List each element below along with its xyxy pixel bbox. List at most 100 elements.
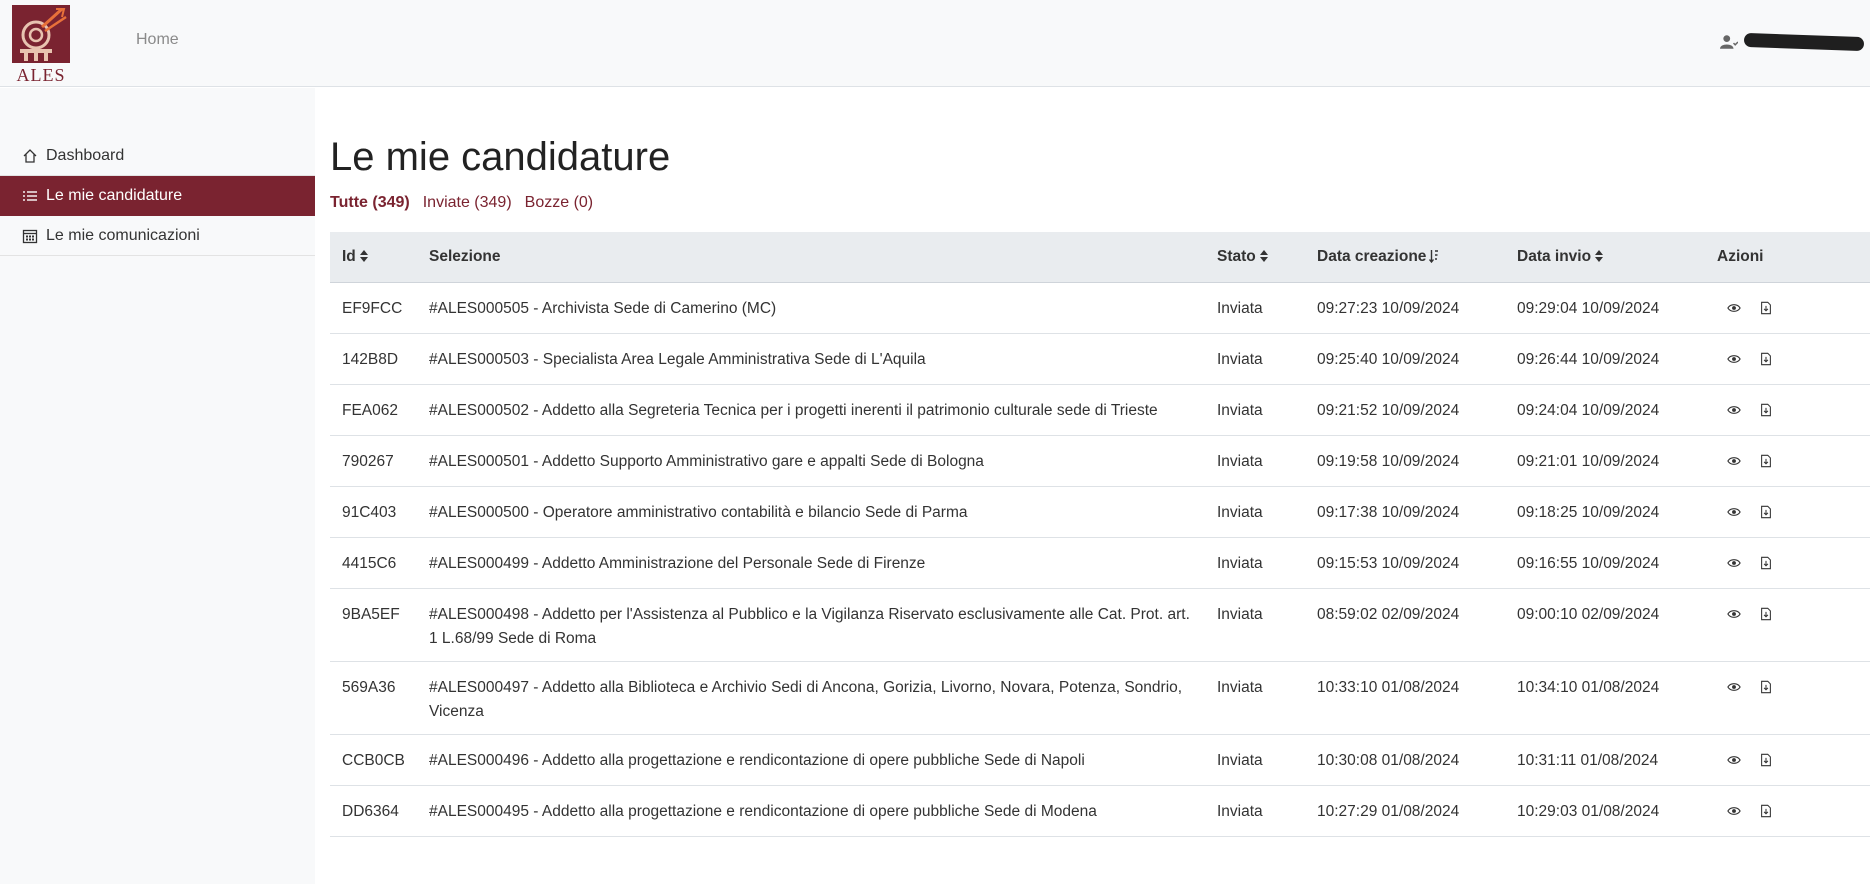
sidebar-item-label: Le mie candidature <box>46 186 183 204</box>
sort-desc-icon <box>1429 249 1439 263</box>
filter-tutte[interactable]: Tutte (349) <box>330 194 410 212</box>
sort-icon <box>1595 249 1604 262</box>
table-row: EF9FCC #ALES000505 - Archivista Sede di C… <box>330 282 1870 334</box>
user-menu[interactable] <box>1720 30 1865 54</box>
sidebar-item-dashboard[interactable]: Dashboard <box>0 136 315 176</box>
cell-azioni <box>1705 282 1870 334</box>
table-header-row: Id Selezione Stato Data creazione Data i… <box>330 232 1870 283</box>
cell-stato: Inviata <box>1205 661 1305 735</box>
cell-data-creazione: 10:33:10 01/08/2024 <box>1305 661 1505 735</box>
view-eye-icon[interactable] <box>1727 753 1741 767</box>
status-filters: Tutte (349) Inviate (349) Bozze (0) <box>330 194 593 212</box>
sidebar-item-comunicazioni[interactable]: Le mie comunicazioni <box>0 216 315 256</box>
view-eye-icon[interactable] <box>1727 454 1741 468</box>
view-eye-icon[interactable] <box>1727 804 1741 818</box>
cell-selezione: #ALES000500 - Operatore amministrativo c… <box>417 486 1205 538</box>
download-file-icon[interactable] <box>1759 301 1773 315</box>
cell-azioni <box>1705 486 1870 538</box>
page-title: Le mie candidature <box>330 135 671 179</box>
col-header-azioni: Azioni <box>1705 232 1870 283</box>
col-header-id[interactable]: Id <box>330 232 417 283</box>
table-row: 142B8D #ALES000503 - Specialista Area Leg… <box>330 333 1870 385</box>
sidebar-item-candidature[interactable]: Le mie candidature <box>0 176 315 216</box>
cell-selezione: #ALES000501 - Addetto Supporto Amministr… <box>417 435 1205 487</box>
cell-id: 142B8D <box>330 333 417 385</box>
cell-azioni <box>1705 734 1870 786</box>
view-eye-icon[interactable] <box>1727 301 1741 315</box>
list-icon <box>23 190 37 201</box>
table-row: FEA062 #ALES000502 - Addetto alla Segrete… <box>330 384 1870 436</box>
cell-data-creazione: 10:27:29 01/08/2024 <box>1305 785 1505 837</box>
download-file-icon[interactable] <box>1759 753 1773 767</box>
user-icon <box>1720 35 1738 49</box>
cell-data-invio: 10:29:03 01/08/2024 <box>1505 785 1705 837</box>
cell-stato: Inviata <box>1205 333 1305 385</box>
view-eye-icon[interactable] <box>1727 607 1741 621</box>
cell-data-creazione: 09:19:58 10/09/2024 <box>1305 435 1505 487</box>
cell-data-invio: 09:16:55 10/09/2024 <box>1505 537 1705 589</box>
cell-id: EF9FCC <box>330 282 417 334</box>
table-row: DD6364 #ALES000495 - Addetto alla progett… <box>330 785 1870 837</box>
download-file-icon[interactable] <box>1759 680 1773 694</box>
cell-data-invio: 09:29:04 10/09/2024 <box>1505 282 1705 334</box>
download-file-icon[interactable] <box>1759 352 1773 366</box>
user-name-redacted <box>1743 32 1865 52</box>
view-eye-icon[interactable] <box>1727 556 1741 570</box>
nav-home-link[interactable]: Home <box>136 31 179 49</box>
col-header-selezione: Selezione <box>417 232 1205 283</box>
top-navbar: ALES Home <box>0 0 1870 87</box>
cell-id: 9BA5EF <box>330 588 417 662</box>
filter-bozze[interactable]: Bozze (0) <box>525 194 593 212</box>
table-row: CCB0CB #ALES000496 - Addetto alla progett… <box>330 734 1870 786</box>
cell-id: 569A36 <box>330 661 417 735</box>
download-file-icon[interactable] <box>1759 804 1773 818</box>
logo-emblem-icon <box>12 5 70 63</box>
cell-data-invio: 09:24:04 10/09/2024 <box>1505 384 1705 436</box>
col-header-stato[interactable]: Stato <box>1205 232 1305 283</box>
sidebar-item-label: Le mie comunicazioni <box>46 226 200 244</box>
cell-data-creazione: 09:15:53 10/09/2024 <box>1305 537 1505 589</box>
col-header-data-invio[interactable]: Data invio <box>1505 232 1705 283</box>
cell-data-creazione: 09:17:38 10/09/2024 <box>1305 486 1505 538</box>
cell-id: FEA062 <box>330 384 417 436</box>
download-file-icon[interactable] <box>1759 505 1773 519</box>
calendar-icon <box>22 229 38 243</box>
download-file-icon[interactable] <box>1759 403 1773 417</box>
cell-azioni <box>1705 333 1870 385</box>
cell-data-creazione: 09:25:40 10/09/2024 <box>1305 333 1505 385</box>
col-header-data-creazione[interactable]: Data creazione <box>1305 232 1505 283</box>
view-eye-icon[interactable] <box>1727 680 1741 694</box>
cell-data-invio: 09:26:44 10/09/2024 <box>1505 333 1705 385</box>
table-row: 790267 #ALES000501 - Addetto Supporto Amm… <box>330 435 1870 487</box>
download-file-icon[interactable] <box>1759 607 1773 621</box>
cell-stato: Inviata <box>1205 734 1305 786</box>
download-file-icon[interactable] <box>1759 556 1773 570</box>
download-file-icon[interactable] <box>1759 454 1773 468</box>
cell-data-invio: 09:00:10 02/09/2024 <box>1505 588 1705 662</box>
ales-logo[interactable]: ALES <box>12 5 72 85</box>
cell-id: 91C403 <box>330 486 417 538</box>
cell-id: 790267 <box>330 435 417 487</box>
filter-inviate[interactable]: Inviate (349) <box>423 194 512 212</box>
cell-selezione: #ALES000498 - Addetto per l'Assistenza a… <box>417 588 1205 662</box>
cell-azioni <box>1705 785 1870 837</box>
cell-selezione: #ALES000496 - Addetto alla progettazione… <box>417 734 1205 786</box>
cell-azioni <box>1705 435 1870 487</box>
cell-data-creazione: 10:30:08 01/08/2024 <box>1305 734 1505 786</box>
sidebar: Dashboard Le mie candidature Le mie comu… <box>0 88 315 884</box>
cell-selezione: #ALES000495 - Addetto alla progettazione… <box>417 785 1205 837</box>
view-eye-icon[interactable] <box>1727 403 1741 417</box>
table-row: 91C403 #ALES000500 - Operatore amministra… <box>330 486 1870 538</box>
table-row: 9BA5EF #ALES000498 - Addetto per l'Assist… <box>330 588 1870 662</box>
cell-azioni <box>1705 384 1870 436</box>
cell-stato: Inviata <box>1205 384 1305 436</box>
view-eye-icon[interactable] <box>1727 505 1741 519</box>
cell-data-creazione: 09:27:23 10/09/2024 <box>1305 282 1505 334</box>
cell-data-creazione: 09:21:52 10/09/2024 <box>1305 384 1505 436</box>
cell-stato: Inviata <box>1205 282 1305 334</box>
cell-stato: Inviata <box>1205 537 1305 589</box>
sort-icon <box>359 249 368 262</box>
view-eye-icon[interactable] <box>1727 352 1741 366</box>
cell-data-creazione: 08:59:02 02/09/2024 <box>1305 588 1505 662</box>
cell-selezione: #ALES000497 - Addetto alla Biblioteca e … <box>417 661 1205 735</box>
